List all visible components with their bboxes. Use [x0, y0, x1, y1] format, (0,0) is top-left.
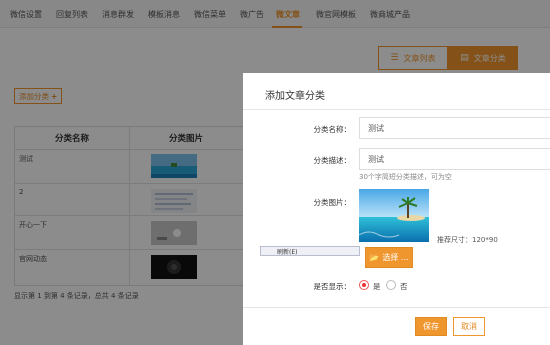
- dialog-footer-divider: [243, 307, 550, 308]
- folder-open-icon: 📂: [369, 253, 380, 262]
- display-label: 是否显示：: [313, 282, 352, 291]
- save-button[interactable]: 保存: [415, 317, 447, 336]
- display-yes-label: 是: [373, 282, 381, 291]
- display-no-label: 否: [400, 282, 408, 291]
- add-category-dialog: 添加文章分类 分类名称： 测试 分类描述： 测试 30个字简短分类描述，可为空 …: [243, 73, 550, 345]
- category-name-input[interactable]: 测试: [359, 117, 550, 139]
- display-no-radio[interactable]: [386, 280, 396, 290]
- dialog-divider: [243, 109, 550, 110]
- dialog-title: 添加文章分类: [265, 91, 325, 102]
- category-image-preview: [359, 189, 429, 242]
- category-name-label: 分类名称：: [313, 125, 352, 134]
- category-desc-hint: 30个字简短分类描述，可为空: [359, 173, 452, 181]
- cancel-button[interactable]: 取消: [453, 317, 485, 336]
- choose-image-label: 选择 ...: [382, 253, 409, 262]
- category-image-label: 分类图片：: [313, 198, 352, 207]
- category-desc-label: 分类描述：: [313, 156, 352, 165]
- image-size-hint: 推荐尺寸：120*90: [437, 236, 498, 244]
- choose-image-button[interactable]: 📂 选择 ...: [365, 247, 413, 268]
- display-yes-radio[interactable]: [359, 280, 369, 290]
- refresh-tooltip: 刷新(E): [260, 246, 360, 256]
- category-desc-input[interactable]: 测试: [359, 148, 550, 170]
